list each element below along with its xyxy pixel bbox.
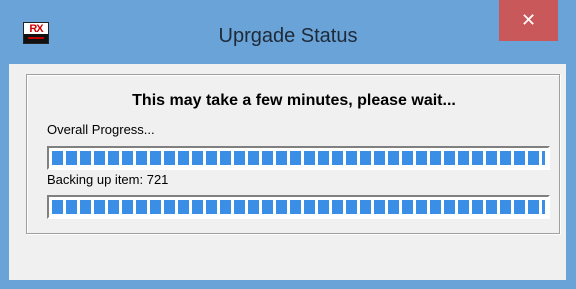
item-progress-bar: [47, 195, 550, 219]
wait-message: This may take a few minutes, please wait…: [132, 92, 456, 109]
overall-progress-fill: [52, 151, 545, 165]
overall-progress-label: Overall Progress...: [47, 122, 155, 137]
window-title: Uprgade Status: [218, 25, 358, 47]
upgrade-status-window: RX Uprgade Status ✕ This may take a few …: [0, 0, 576, 289]
close-button[interactable]: ✕: [499, 0, 558, 41]
item-progress-label: Backing up item: 721: [47, 172, 169, 187]
progress-group-box: This may take a few minutes, please wait…: [26, 74, 560, 234]
item-progress-fill: [52, 200, 545, 214]
overall-progress-bar: [47, 146, 550, 170]
close-icon: ✕: [520, 10, 537, 30]
